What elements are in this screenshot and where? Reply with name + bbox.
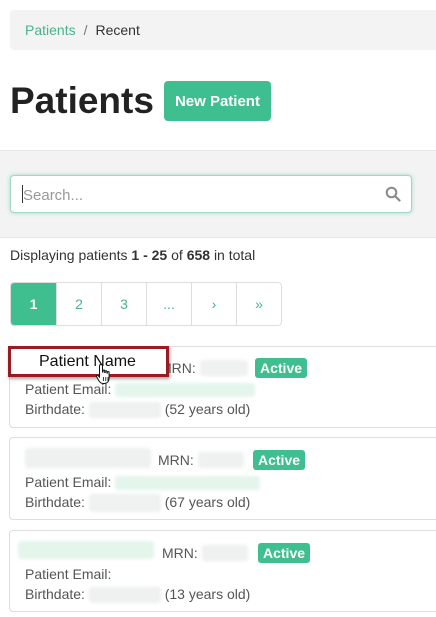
hand-pointer-icon [95, 363, 110, 384]
search-panel [0, 150, 436, 238]
patient-age: (67 years old) [164, 494, 251, 510]
mrn-value-redacted [202, 545, 248, 561]
page-3-button[interactable]: 3 [101, 283, 146, 325]
mrn-value-redacted [198, 452, 244, 468]
birthdate-label: Birthdate: [25, 586, 85, 602]
patient-email-row: Patient Email: [25, 381, 256, 398]
summary-total: 658 [186, 247, 211, 263]
patient-name-highlight[interactable]: Patient Name [8, 346, 169, 377]
patient-name-redacted[interactable] [25, 448, 151, 468]
patient-email-redacted [115, 383, 256, 398]
birthdate-label: Birthdate: [25, 401, 85, 417]
patient-email-label: Patient Email: [25, 566, 112, 582]
summary-range: 1 - 25 [131, 247, 168, 263]
birthdate-row: Birthdate: (67 years old) [25, 494, 251, 513]
breadcrumb-separator: / [83, 22, 88, 38]
breadcrumb-link-patients[interactable]: Patients [25, 22, 76, 38]
patient-email-redacted [115, 476, 261, 491]
page-1-button[interactable]: 1 [11, 283, 56, 325]
status-badge: Active [253, 450, 306, 470]
page-title: Patients [10, 80, 154, 121]
birthdate-row: Birthdate: (52 years old) [25, 401, 251, 419]
summary-prefix: Displaying patients [10, 247, 128, 263]
birthdate-row: Birthdate: (13 years old) [25, 586, 251, 604]
birthdate-redacted [88, 402, 161, 419]
search-box[interactable] [10, 175, 412, 214]
search-icon[interactable] [385, 186, 401, 202]
patient-age: (52 years old) [164, 401, 251, 417]
page-2-button[interactable]: 2 [56, 283, 101, 325]
birthdate-label: Birthdate: [25, 494, 85, 510]
text-caret [22, 185, 23, 203]
new-patient-button[interactable]: New Patient [163, 81, 271, 121]
birthdate-redacted [88, 494, 161, 513]
patient-email-row: Patient Email: [25, 566, 111, 582]
pagination: 1 2 3 ... › » [10, 282, 282, 326]
patient-card[interactable]: MRN: Active Patient Email: Birthdate: (1… [9, 530, 436, 612]
page-ellipsis[interactable]: ... [146, 283, 191, 325]
next-page-button[interactable]: › [191, 283, 236, 325]
birthdate-redacted [88, 587, 161, 604]
mrn-label: MRN: [158, 452, 194, 468]
results-summary: Displaying patients 1 - 25 of 658 in tot… [10, 247, 255, 263]
breadcrumb-current: Recent [95, 22, 140, 38]
page-header: Patients New Patient [10, 79, 271, 123]
status-badge: Active [258, 543, 311, 563]
mrn-value-redacted [200, 360, 248, 376]
summary-suffix: in total [213, 247, 256, 263]
patient-card[interactable]: MRN: Active Patient Email: Birthdate: (6… [9, 437, 436, 520]
patient-email-label: Patient Email: [25, 474, 112, 490]
last-page-button[interactable]: » [236, 283, 281, 325]
patient-email-row: Patient Email: [25, 474, 261, 491]
mrn-label: MRN: [162, 545, 198, 561]
patient-name-redacted[interactable] [18, 541, 154, 559]
summary-of: of [171, 247, 183, 263]
patient-age: (13 years old) [164, 586, 251, 602]
search-input[interactable] [21, 176, 385, 214]
status-badge: Active [255, 358, 308, 378]
breadcrumb: Patients / Recent [10, 10, 436, 50]
